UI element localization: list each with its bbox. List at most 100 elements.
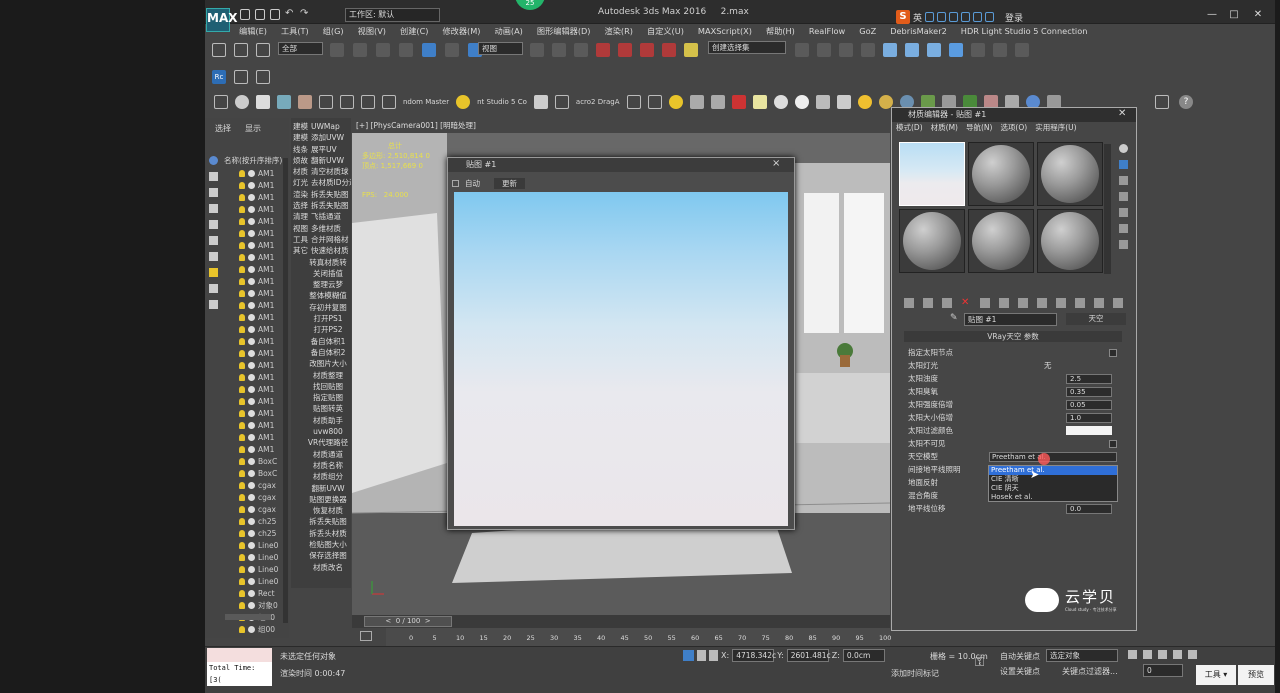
- material-slot-4[interactable]: [899, 209, 965, 273]
- macro-label[interactable]: acro2 DragA: [576, 98, 620, 106]
- auto-key-button[interactable]: 自动关键点: [1000, 651, 1040, 662]
- menu-item[interactable]: 编辑(E): [232, 24, 274, 38]
- app-logo[interactable]: MAX: [206, 8, 237, 32]
- param-checkbox[interactable]: [1109, 348, 1117, 357]
- script-button[interactable]: 展平UV: [311, 145, 337, 154]
- update-button[interactable]: 更新: [494, 177, 525, 189]
- render-toggle-icon[interactable]: [248, 277, 255, 285]
- login-link[interactable]: 登录: [1005, 11, 1023, 24]
- param-spinner[interactable]: 0.05: [1066, 399, 1112, 410]
- script-button[interactable]: 拆丢失贴图: [311, 190, 349, 199]
- render-toggle-icon[interactable]: [248, 553, 255, 561]
- script-button[interactable]: 打开PS2: [291, 324, 351, 335]
- menu-item[interactable]: MAXScript(X): [691, 24, 759, 38]
- script-category-tab[interactable]: 线条: [293, 145, 308, 154]
- sky-model-option[interactable]: Hosek et al.: [989, 493, 1117, 502]
- light-bulb-icon[interactable]: [239, 541, 245, 549]
- script-button[interactable]: 合并网格材: [311, 235, 349, 244]
- param-spinner[interactable]: 1.0: [1066, 412, 1112, 423]
- sample-type-icon[interactable]: [1119, 144, 1128, 153]
- light-bulb-icon[interactable]: [239, 301, 245, 309]
- time-slider[interactable]: < 0 / 100 >: [352, 615, 890, 628]
- minimize-button[interactable]: —: [1204, 8, 1220, 22]
- render-production-icon[interactable]: [993, 43, 1007, 57]
- filter-geometry-icon[interactable]: [209, 156, 218, 165]
- image-icon[interactable]: [554, 95, 569, 109]
- render-toggle-icon[interactable]: [248, 529, 255, 537]
- scene-explorer-icon[interactable]: [861, 43, 875, 57]
- menu-item[interactable]: DebrisMaker2: [883, 24, 954, 38]
- script-button[interactable]: 找回贴图: [291, 381, 351, 392]
- script-button[interactable]: 材质改名: [291, 562, 351, 573]
- script-category-row[interactable]: 其它 快速给材质: [291, 245, 351, 256]
- script-button[interactable]: 去材质ID分进: [311, 178, 351, 187]
- filter-spacewarp-icon[interactable]: [209, 236, 218, 245]
- script-button[interactable]: 备自体积2: [291, 347, 351, 358]
- render-toggle-icon[interactable]: [248, 289, 255, 297]
- material-editor-icon[interactable]: [927, 43, 941, 57]
- material-menu-item[interactable]: 模式(D): [892, 122, 927, 134]
- select-by-name-icon[interactable]: [353, 43, 367, 57]
- script-button[interactable]: 打开PS1: [291, 313, 351, 324]
- render-toggle-icon[interactable]: [248, 193, 255, 201]
- menu-item[interactable]: GoZ: [852, 24, 883, 38]
- render-setup-icon[interactable]: [949, 43, 963, 57]
- ime-settings-icon[interactable]: [985, 12, 995, 22]
- light-bulb-icon[interactable]: [239, 325, 245, 333]
- set-key-button[interactable]: 设置关键点: [1000, 666, 1040, 677]
- light-bulb-icon[interactable]: [239, 529, 245, 537]
- hose-icon[interactable]: [277, 95, 291, 109]
- cone-icon[interactable]: [836, 95, 851, 109]
- tools-button[interactable]: 工具 ▾: [1196, 665, 1236, 685]
- spark-icon[interactable]: [298, 95, 312, 109]
- light-bulb-icon[interactable]: [239, 517, 245, 525]
- script-button[interactable]: 指定贴图: [291, 392, 351, 403]
- menu-item[interactable]: 帮助(H): [759, 24, 802, 38]
- script-category-tab[interactable]: 视图: [293, 224, 308, 233]
- script-button[interactable]: 材质助手: [291, 415, 351, 426]
- material-menu-item[interactable]: 导航(N): [962, 122, 996, 134]
- filter-group-icon[interactable]: [209, 252, 218, 261]
- sky-model-option[interactable]: CIE 阴天: [989, 484, 1117, 493]
- edit-named-sel-icon[interactable]: [684, 43, 698, 57]
- script-button[interactable]: 拆丢失贴图: [291, 516, 351, 527]
- script-button[interactable]: 整体模糊值: [291, 290, 351, 301]
- render-toggle-icon[interactable]: [248, 517, 255, 525]
- script-category-tab[interactable]: 其它: [293, 246, 308, 255]
- record-icon[interactable]: [361, 95, 375, 109]
- redo-icon[interactable]: ↷: [300, 9, 310, 20]
- map-type-button[interactable]: 天空: [1066, 313, 1126, 325]
- selection-filter-select[interactable]: 全部: [278, 42, 323, 55]
- hdr-studio-label[interactable]: nt Studio 5 Co: [477, 98, 527, 106]
- script-button[interactable]: 拆丢头材质: [291, 528, 351, 539]
- script-category-row[interactable]: 灯光去材质ID分进: [291, 177, 351, 188]
- schematic-view-icon[interactable]: [905, 43, 919, 57]
- light-bulb-icon[interactable]: [239, 217, 245, 225]
- script-button[interactable]: 翻新UVW: [291, 483, 351, 494]
- isolate-icon[interactable]: [683, 650, 694, 661]
- render-iterative-icon[interactable]: [1015, 43, 1029, 57]
- filter-camera-icon[interactable]: [209, 204, 218, 213]
- light-bulb-icon[interactable]: [239, 505, 245, 513]
- param-spinner[interactable]: 2.5: [1066, 373, 1112, 384]
- script-button[interactable]: 检贴图大小: [291, 539, 351, 550]
- teapot-vray-icon[interactable]: [815, 95, 830, 109]
- select-manipulate-icon[interactable]: [552, 43, 566, 57]
- ime-keyboard-icon[interactable]: [949, 12, 959, 22]
- help-icon[interactable]: ?: [1179, 95, 1193, 109]
- rc-icon[interactable]: Rc: [212, 70, 226, 84]
- render-toggle-icon[interactable]: [248, 577, 255, 585]
- script-button[interactable]: 清空材质球: [311, 167, 349, 176]
- slot-scrollbar[interactable]: [1104, 144, 1111, 274]
- menu-item[interactable]: 视图(V): [351, 24, 393, 38]
- track-bar-icon[interactable]: [360, 631, 372, 641]
- go-sibling-icon[interactable]: [1113, 298, 1123, 308]
- script-category-row[interactable]: 渲染 拆丢失贴图: [291, 189, 351, 200]
- sky-model-option[interactable]: Preetham et al.: [989, 466, 1117, 475]
- script-button[interactable]: 拆丢失贴图: [311, 201, 349, 210]
- assign-material-icon[interactable]: [942, 298, 952, 308]
- shield-icon[interactable]: [710, 95, 725, 109]
- light-bulb-icon[interactable]: [239, 337, 245, 345]
- light-bulb-icon[interactable]: [239, 277, 245, 285]
- lock-icon[interactable]: [697, 650, 706, 661]
